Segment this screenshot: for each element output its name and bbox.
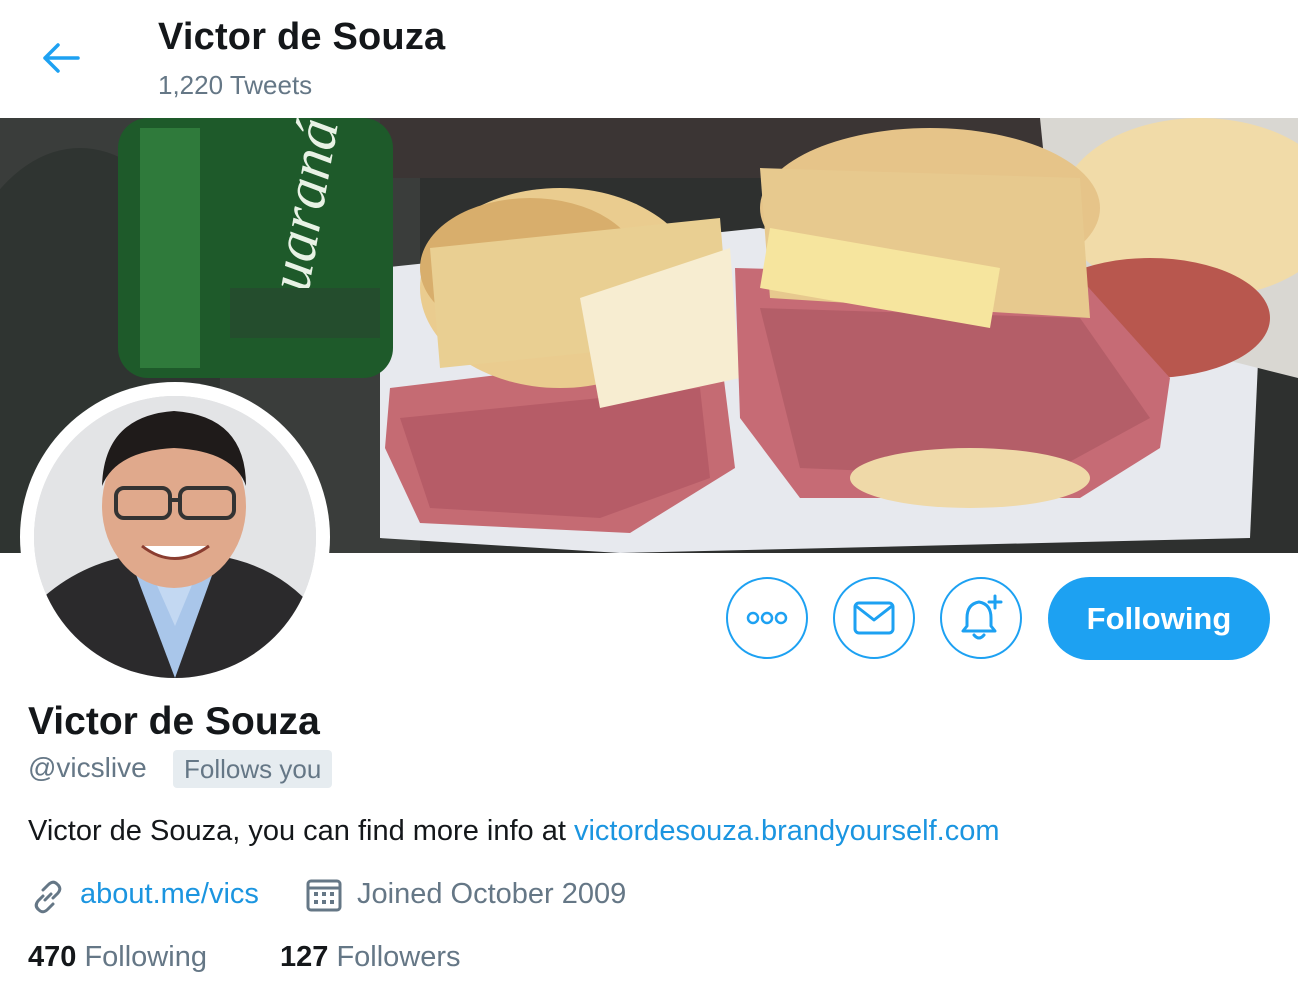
profile-handle: @vicslive: [28, 752, 147, 783]
profile-name: Victor de Souza: [28, 700, 320, 743]
followers-stat[interactable]: 127 Followers: [280, 941, 461, 974]
avatar-portrait: [34, 396, 316, 678]
followers-label: Followers: [336, 941, 461, 973]
tweet-count: 1,220 Tweets: [158, 70, 313, 100]
avatar[interactable]: [20, 382, 330, 692]
joined-date: Joined October 2009: [357, 878, 627, 910]
more-button[interactable]: [726, 577, 808, 659]
following-label: Following: [84, 941, 207, 973]
following-count: 470: [28, 941, 77, 973]
arrow-left-icon: [43, 43, 80, 73]
top-bar: Victor de Souza 1,220 Tweets: [0, 0, 1298, 118]
message-button[interactable]: [833, 577, 915, 659]
link-icon: [34, 880, 62, 914]
page-title: Victor de Souza: [158, 16, 446, 58]
following-stat[interactable]: 470 Following: [28, 941, 207, 974]
website-link[interactable]: about.me/vics: [80, 878, 259, 911]
bio-link[interactable]: victordesouza.brandyourself.com: [574, 815, 1000, 847]
following-button[interactable]: Following: [1048, 577, 1270, 660]
notifications-button[interactable]: [940, 577, 1022, 659]
envelope-icon: [853, 601, 895, 635]
profile-bio: Victor de Souza, you can find more info …: [28, 815, 1000, 848]
follows-you-badge: Follows you: [173, 750, 333, 788]
back-button[interactable]: [30, 30, 90, 86]
bell-plus-icon: [961, 594, 1003, 640]
avatar-photo: [34, 396, 316, 678]
calendar-icon: [306, 879, 342, 912]
bio-text: Victor de Souza, you can find more info …: [28, 815, 574, 847]
followers-count: 127: [280, 941, 329, 973]
more-icon: [746, 611, 788, 625]
